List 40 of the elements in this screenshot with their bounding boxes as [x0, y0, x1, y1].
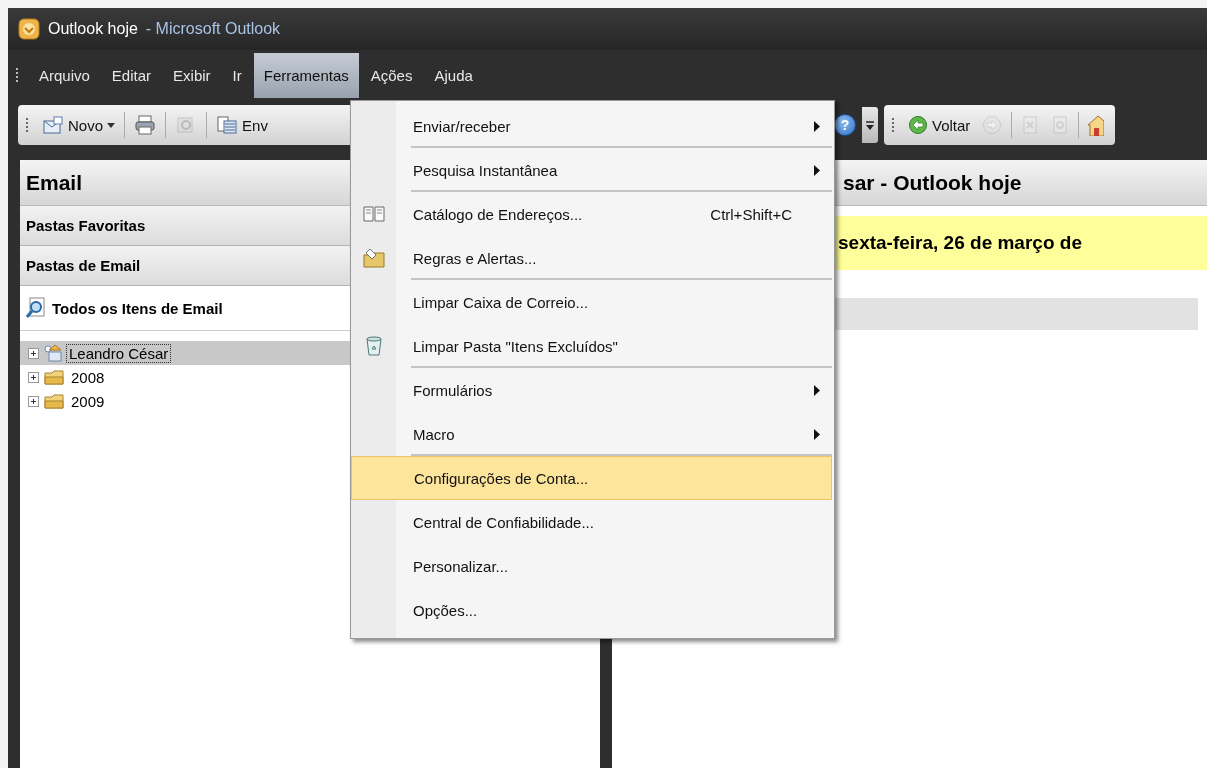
printer-icon: [134, 115, 157, 135]
toolbar-button[interactable]: Voltar: [905, 113, 974, 137]
search-folder-icon: [24, 296, 48, 320]
rules-folder-icon: [361, 247, 386, 269]
mailbox-icon: [43, 344, 63, 362]
expand-icon[interactable]: [28, 371, 39, 383]
expand-icon[interactable]: [28, 347, 39, 359]
all-mail-items-link[interactable]: Todos os Itens de Email: [52, 299, 223, 317]
menu-option[interactable]: Configurações de Conta...: [351, 456, 832, 500]
menu-option[interactable]: Personalizar...: [351, 544, 832, 588]
expand-icon[interactable]: [28, 395, 39, 407]
trash-bin-icon: [363, 335, 384, 357]
menu-option[interactable]: Opções...: [351, 588, 832, 632]
send-icon: [216, 115, 239, 135]
caret-icon: [107, 122, 116, 128]
menu-option[interactable]: Enviar/receber: [351, 104, 832, 148]
menu-item[interactable]: Editar: [101, 52, 162, 98]
folder-icon: [43, 392, 65, 410]
window-title: Outlook hoje: [48, 20, 138, 38]
app-name: - Microsoft Outlook: [145, 20, 281, 38]
menu-option[interactable]: Macro: [351, 412, 832, 456]
menu-option[interactable]: Central de Confiabilidade...: [351, 500, 832, 544]
menu-item[interactable]: Exibir: [163, 52, 221, 98]
toolbar-button[interactable]: Env: [213, 113, 271, 137]
menu-item[interactable]: Ajuda: [424, 52, 483, 98]
toolbar-options-icon: [865, 119, 875, 131]
new-mail-icon: [42, 115, 64, 135]
folder-icon: [43, 368, 65, 386]
menu-item[interactable]: Ações: [360, 52, 423, 98]
toolbar-options-button[interactable]: [862, 107, 878, 143]
home-icon: [1088, 114, 1105, 136]
outlook-logo-icon: [18, 18, 40, 40]
stop-page-icon: [1021, 115, 1040, 135]
menu-option[interactable]: Formulários: [351, 368, 832, 412]
refresh-page-icon: [1051, 115, 1070, 135]
menu-item[interactable]: Arquivo: [29, 52, 100, 98]
address-book-icon: [361, 204, 386, 224]
menu-item[interactable]: Ferramentas: [253, 52, 359, 98]
toolbar-button[interactable]: Novo: [39, 113, 119, 137]
menu-item[interactable]: Ir: [222, 52, 252, 98]
